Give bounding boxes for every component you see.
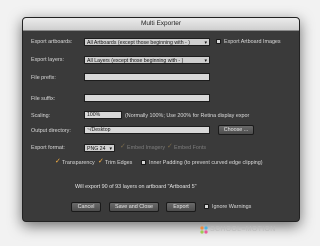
output-directory-label: Output directory: (31, 128, 71, 134)
scaling-hint: (Normally 100%; Use 200% for Retina disp… (125, 113, 250, 119)
transparency-label: Transparency (62, 160, 95, 166)
chevron-down-icon: ▾ (109, 146, 112, 152)
scaling-input[interactable]: 100% (84, 111, 122, 119)
school-of-motion-logo-text: SCHOOL≡MOTION (210, 226, 276, 233)
inner-padding-label: Inner Padding (to prevent curved edge cl… (149, 160, 263, 166)
title-bar: Multi Exporter (23, 18, 299, 31)
export-artboards-label: Export artboards: (31, 39, 73, 45)
chevron-down-icon: ▾ (204, 40, 207, 46)
export-artboards-value: All Artboards (except those beginning wi… (87, 40, 190, 46)
multi-exporter-dialog: Multi Exporter Export artboards: All Art… (22, 17, 300, 222)
choose-directory-button[interactable]: Choose ... (218, 125, 254, 135)
embed-imagery-checkbox[interactable]: ✓ (120, 143, 126, 150)
trim-edges-checkbox[interactable]: ✓ (98, 158, 104, 165)
window-title: Multi Exporter (140, 20, 182, 27)
export-artboard-images-label: Export Artboard Images (224, 39, 281, 45)
embed-fonts-checkbox[interactable]: ✓ (167, 143, 173, 150)
file-suffix-input[interactable] (84, 94, 210, 102)
ignore-warnings-label: Ignore Warnings (212, 204, 252, 210)
export-format-label: Export format: (31, 145, 65, 151)
export-artboard-images-checkbox[interactable] (216, 39, 221, 44)
ignore-warnings-checkbox[interactable] (204, 204, 209, 209)
file-prefix-input[interactable] (84, 73, 210, 81)
embed-imagery-label: Embed Imagery (127, 145, 166, 151)
export-format-value: PNG 24 (87, 146, 106, 152)
file-suffix-label: File suffix: (31, 96, 56, 102)
export-artboards-select[interactable]: All Artboards (except those beginning wi… (84, 38, 210, 46)
cancel-button[interactable]: Cancel (71, 202, 101, 212)
output-directory-input[interactable]: ~/Desktop (84, 126, 210, 134)
school-of-motion-logo-icon (200, 226, 208, 234)
save-and-close-button[interactable]: Save and Close (109, 202, 159, 212)
export-button[interactable]: Export (166, 202, 196, 212)
chevron-down-icon: ▾ (204, 58, 207, 64)
export-layers-label: Export layers: (31, 57, 64, 63)
scaling-label: Scaling: (31, 113, 51, 119)
transparency-checkbox[interactable]: ✓ (55, 158, 61, 165)
file-prefix-label: File prefix: (31, 75, 56, 81)
export-status-text: Will export 90 of 93 layers on artboard … (75, 184, 197, 190)
export-format-select[interactable]: PNG 24 ▾ (84, 144, 115, 152)
export-layers-select[interactable]: All Layers (except those beginning with … (84, 56, 210, 64)
embed-fonts-label: Embed Fonts (174, 145, 207, 151)
export-layers-value: All Layers (except those beginning with … (87, 58, 184, 64)
trim-edges-label: Trim Edges (105, 160, 133, 166)
inner-padding-checkbox[interactable] (141, 160, 146, 165)
